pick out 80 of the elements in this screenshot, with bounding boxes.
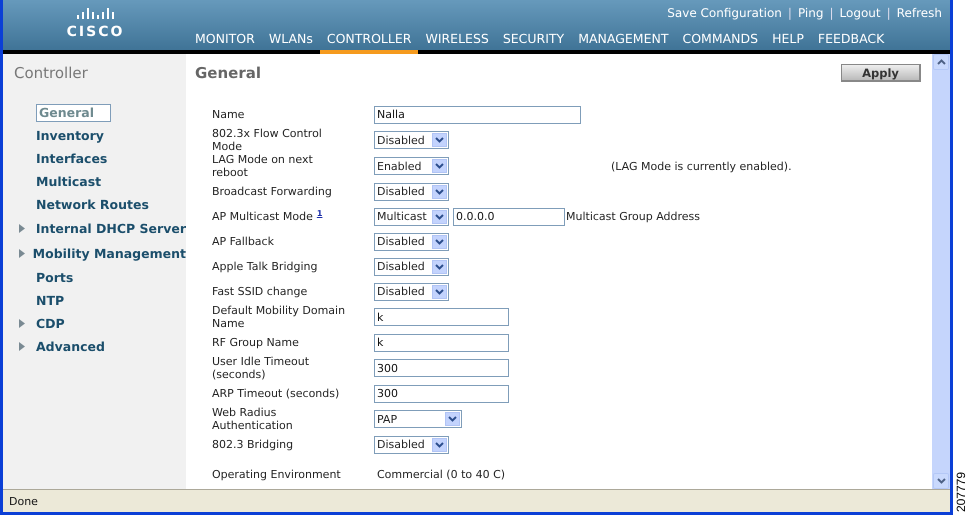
nav-tab[interactable]: SECURITY [496, 28, 572, 54]
field-label: AP Multicast Mode [212, 210, 313, 223]
field-label: ARP Timeout (seconds) [212, 387, 340, 400]
chevron-down-icon[interactable] [435, 238, 444, 244]
nav-tab[interactable]: WLANs [262, 28, 320, 54]
sidebar-item[interactable]: CDP [36, 316, 65, 331]
chevron-down-icon[interactable] [435, 137, 444, 143]
dropdown[interactable]: PAP [374, 410, 462, 428]
field-label: Operating Environment [212, 468, 341, 481]
dropdown[interactable]: Disabled [374, 258, 449, 276]
expand-triangle-icon[interactable] [19, 342, 25, 351]
field-value: Commercial (0 to 40 C) [376, 468, 506, 481]
text-field[interactable]: 300 [374, 384, 509, 402]
sidebar-item[interactable]: Interfaces [36, 151, 108, 166]
field-label: AP Fallback [212, 235, 274, 248]
logo-text: CISCO [66, 24, 124, 40]
footnote-link[interactable]: 1 [316, 207, 322, 220]
figure-number: 207779 [954, 472, 968, 512]
expand-triangle-icon[interactable] [19, 224, 25, 233]
field-label: User Idle Timeout (seconds) [212, 355, 310, 381]
text-field[interactable]: Nalla [374, 106, 581, 124]
field-label: RF Group Name [212, 336, 299, 349]
field-label: Multicast Group Address [566, 210, 700, 223]
field-label: Name [212, 108, 244, 121]
dropdown[interactable]: Disabled [374, 182, 449, 200]
nav-tab[interactable]: MONITOR [188, 28, 262, 54]
sidebar-item[interactable]: Network Routes [36, 197, 149, 212]
dropdown[interactable]: Disabled [374, 436, 449, 454]
sidebar-title: Controller [14, 64, 89, 82]
text-field[interactable]: 0.0.0.0 [453, 208, 565, 226]
field-label: Web Radius Authentication [212, 406, 294, 432]
chevron-down-icon[interactable] [435, 442, 444, 448]
nav-tab[interactable]: MANAGEMENT [571, 28, 676, 54]
chevron-down-icon[interactable] [448, 416, 457, 422]
dropdown[interactable]: Disabled [374, 232, 449, 250]
scrollbar[interactable] [932, 54, 950, 489]
scroll-down-icon[interactable] [936, 478, 946, 484]
scroll-up-icon[interactable] [936, 59, 946, 65]
field-label: Apple Talk Bridging [212, 260, 318, 273]
page-title: General [195, 64, 261, 82]
chevron-down-icon[interactable] [435, 188, 444, 194]
logo-bars-icon [76, 8, 116, 22]
dropdown[interactable]: Enabled [374, 157, 449, 175]
status-note: (LAG Mode is currently enabled). [611, 160, 792, 172]
field-label: Default Mobility Domain Name [212, 304, 346, 330]
sidebar-item[interactable]: NTP [36, 293, 64, 308]
field-label: 802.3x Flow Control Mode [212, 127, 323, 153]
text-field[interactable]: 300 [374, 359, 509, 377]
separator: | [886, 6, 891, 20]
sidebar-item[interactable]: Inventory [36, 128, 104, 143]
sidebar-item[interactable]: General [36, 104, 111, 122]
nav-tab[interactable]: HELP [765, 28, 811, 54]
dropdown[interactable]: Multicast [374, 208, 449, 226]
expand-triangle-icon[interactable] [19, 319, 25, 328]
sidebar-item[interactable]: Internal DHCP Server [36, 221, 186, 236]
apply-button[interactable]: Apply [841, 64, 921, 82]
sidebar-item[interactable]: Multicast [36, 174, 102, 189]
separator: | [788, 6, 792, 20]
dropdown[interactable]: Disabled [374, 282, 449, 300]
header-link[interactable]: Logout [840, 6, 881, 20]
sidebar-item[interactable]: Advanced [36, 339, 105, 354]
status-text: Done [9, 494, 38, 508]
field-label: Broadcast Forwarding [212, 185, 332, 198]
nav-tab[interactable]: COMMANDS [675, 28, 766, 54]
sidebar-item[interactable]: Mobility Management [32, 246, 186, 261]
field-label: 802.3 Bridging [212, 438, 294, 451]
sidebar-item[interactable]: Ports [36, 270, 74, 285]
field-label: LAG Mode on next reboot [212, 153, 314, 179]
chevron-down-icon[interactable] [435, 288, 444, 294]
dropdown[interactable]: Disabled [374, 131, 449, 149]
chevron-down-icon[interactable] [435, 163, 444, 169]
field-label: Fast SSID change [212, 285, 308, 298]
chevron-down-icon[interactable] [435, 214, 444, 220]
expand-triangle-icon[interactable] [19, 249, 25, 258]
text-field[interactable]: k [374, 334, 509, 352]
nav-tab[interactable]: FEEDBACK [810, 28, 892, 54]
chevron-down-icon[interactable] [435, 264, 444, 270]
nav-tab[interactable]: WIRELESS [418, 28, 496, 54]
separator: | [829, 6, 834, 20]
text-field[interactable]: k [374, 308, 509, 326]
